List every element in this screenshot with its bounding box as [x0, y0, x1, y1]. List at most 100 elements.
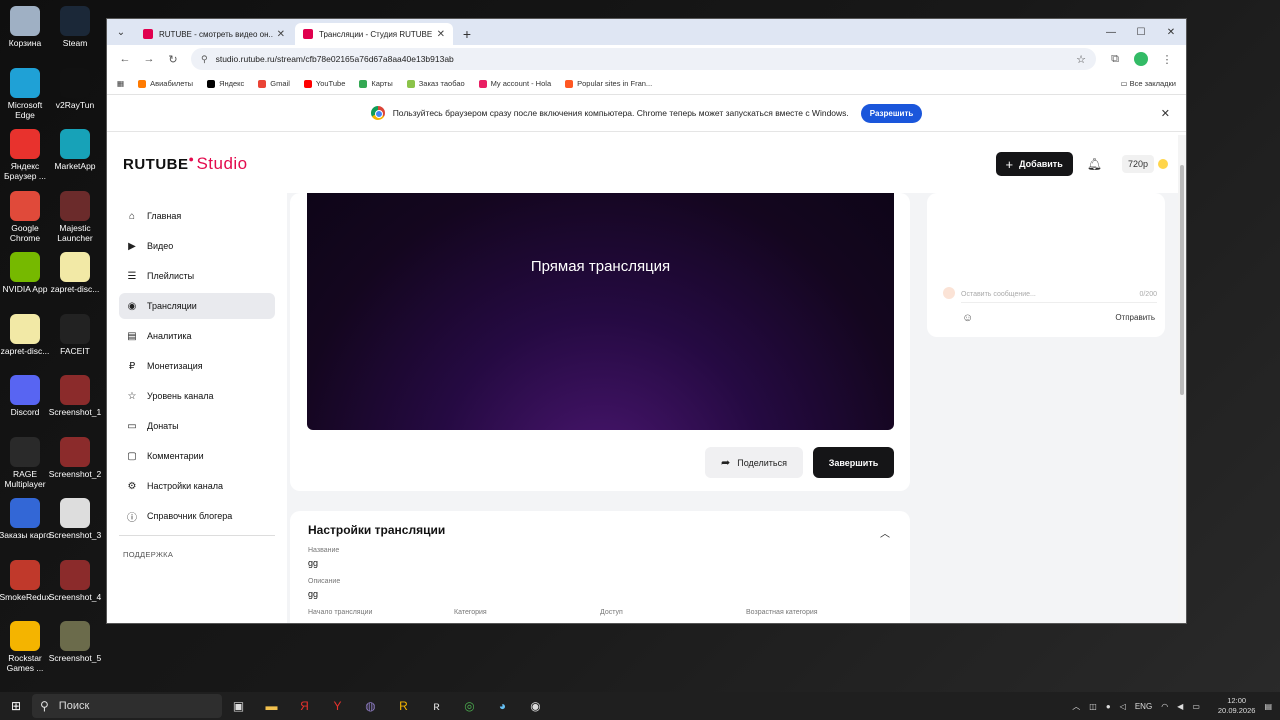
- sidebar-item[interactable]: ⚙ Настройки канала: [119, 473, 275, 499]
- site-info-icon[interactable]: ⚲: [201, 54, 208, 65]
- minimize-icon[interactable]: —: [1096, 19, 1126, 45]
- desktop-icon[interactable]: Google Chrome: [0, 190, 52, 243]
- speaker-icon[interactable]: ◀: [1177, 702, 1183, 711]
- new-tab-button[interactable]: +: [455, 23, 479, 45]
- scrollbar-thumb[interactable]: [1180, 165, 1184, 395]
- share-button[interactable]: ➦ Поделиться: [705, 447, 803, 478]
- profile-avatar[interactable]: [1134, 52, 1148, 66]
- bookmark-item[interactable]: YouTube: [303, 79, 345, 88]
- sidebar-item[interactable]: ▭ Донаты: [119, 413, 275, 439]
- user-avatar[interactable]: [1158, 159, 1168, 169]
- task-view-icon[interactable]: ▣: [222, 692, 255, 720]
- desktop-icon[interactable]: Screenshot_5: [48, 621, 102, 663]
- desktop-icon[interactable]: Microsoft Edge: [0, 67, 52, 120]
- maximize-icon[interactable]: ☐: [1126, 19, 1156, 45]
- send-button[interactable]: Отправить: [1115, 313, 1155, 322]
- chrome-taskbar-icon[interactable]: ◎: [453, 692, 486, 720]
- extensions-icon[interactable]: ⧉: [1102, 53, 1128, 66]
- obs-taskbar-icon[interactable]: ◉: [519, 692, 552, 720]
- lang-indicator[interactable]: ENG: [1135, 702, 1152, 711]
- desktop-icon[interactable]: FACEIT: [48, 313, 102, 356]
- close-window-icon[interactable]: ✕: [1156, 19, 1186, 45]
- tab-close-icon[interactable]: ✕: [277, 29, 285, 40]
- desktop-icon[interactable]: zapret-disc...: [0, 313, 52, 356]
- name-value[interactable]: gg: [308, 558, 892, 568]
- bookmark-star-icon[interactable]: ☆: [1076, 53, 1086, 66]
- allow-button[interactable]: Разрешить: [860, 103, 923, 123]
- description-value[interactable]: gg: [308, 589, 892, 599]
- taskbar-search[interactable]: ⚲ Поиск: [32, 694, 222, 718]
- bookmark-item[interactable]: Авиабилеты: [138, 79, 193, 88]
- desktop-icon[interactable]: MarketApp: [48, 129, 102, 171]
- steam-taskbar-icon[interactable]: ◕: [486, 692, 519, 720]
- desktop-icon[interactable]: RAGE Multiplayer: [0, 436, 52, 489]
- network-icon[interactable]: ◫: [1089, 702, 1097, 711]
- sidebar-item[interactable]: ☆ Уровень канала: [119, 383, 275, 409]
- start-icon[interactable]: ⊞: [0, 699, 32, 713]
- bookmark-item[interactable]: Яндекс: [207, 79, 244, 88]
- sidebar-item[interactable]: ☰ Плейлисты: [119, 263, 275, 289]
- bookmark-item[interactable]: Карты: [359, 79, 393, 88]
- end-stream-button[interactable]: Завершить: [813, 447, 894, 478]
- bookmark-item[interactable]: Заказ таобао: [406, 79, 465, 88]
- resolution-badge[interactable]: 720p: [1121, 155, 1154, 173]
- url-field[interactable]: ⚲ studio.rutube.ru/stream/cfb78e02165a76…: [191, 48, 1096, 70]
- rutube-studio-logo[interactable]: RUTUBE ● Studio: [123, 154, 248, 174]
- battery-icon[interactable]: ▭: [1192, 702, 1200, 711]
- bookmark-item[interactable]: My account - Hola: [478, 79, 551, 88]
- chat-message-input[interactable]: Оставить сообщение... 0/200: [961, 287, 1157, 303]
- rockstar-taskbar-icon[interactable]: R: [387, 692, 420, 720]
- tab-studio[interactable]: Трансляции - Студия RUTUBE ✕: [295, 23, 453, 45]
- clock[interactable]: 12:00 20.09.2026: [1209, 696, 1256, 716]
- desktop-icon[interactable]: SmokeRedux: [0, 559, 52, 602]
- notifications-bell-icon[interactable]: 🔔︎: [1087, 157, 1102, 171]
- desktop-icon[interactable]: Заказы карго: [0, 498, 52, 540]
- yandex-browser-taskbar-icon[interactable]: Y: [321, 692, 354, 720]
- sidebar-item[interactable]: ◉ Трансляции: [119, 293, 275, 319]
- reload-icon[interactable]: ↻: [161, 53, 185, 66]
- sidebar-item[interactable]: ⓘ Справочник блогера: [119, 503, 275, 529]
- desktop-icon[interactable]: zapret-disc...: [48, 252, 102, 294]
- bookmark-item[interactable]: Gmail: [258, 79, 290, 88]
- stream-player[interactable]: Прямая трансляция: [307, 193, 894, 430]
- sidebar-item[interactable]: ▤ Аналитика: [119, 323, 275, 349]
- sidebar-item[interactable]: ₽ Монетизация: [119, 353, 275, 379]
- desktop-icon[interactable]: Screenshot_1: [48, 375, 102, 417]
- add-button[interactable]: + Добавить: [995, 152, 1073, 176]
- file-explorer-icon[interactable]: ▬: [255, 692, 288, 720]
- tab-search-icon[interactable]: ⌄: [107, 19, 135, 45]
- notifications-icon[interactable]: ▤: [1264, 702, 1272, 711]
- volume-icon[interactable]: ◁: [1120, 702, 1126, 711]
- microphone-icon[interactable]: ●: [1106, 702, 1111, 711]
- app-taskbar-icon[interactable]: ◍: [354, 692, 387, 720]
- yandex-taskbar-icon[interactable]: Я: [288, 692, 321, 720]
- sidebar-item[interactable]: ⌂ Главная: [119, 203, 275, 229]
- forward-icon[interactable]: →: [137, 53, 161, 65]
- tab-rutube[interactable]: RUTUBE - смотреть видео он... ✕: [135, 23, 293, 45]
- emoji-icon[interactable]: ☺: [962, 312, 973, 324]
- infobar-close-icon[interactable]: ✕: [1161, 107, 1170, 120]
- desktop-icon[interactable]: Rockstar Games ...: [0, 621, 52, 673]
- tab-close-icon[interactable]: ✕: [437, 29, 445, 40]
- apps-icon[interactable]: ▦: [117, 79, 124, 88]
- back-icon[interactable]: ←: [113, 53, 137, 65]
- page-scrollbar[interactable]: [1178, 135, 1186, 623]
- desktop-icon[interactable]: Screenshot_3: [48, 498, 102, 540]
- sidebar-item[interactable]: ▶ Видео: [119, 233, 275, 259]
- desktop-icon[interactable]: Screenshot_2: [48, 436, 102, 479]
- desktop-icon[interactable]: Majestic Launcher: [48, 190, 102, 243]
- rage-taskbar-icon[interactable]: ʀ: [420, 692, 453, 720]
- sidebar-item[interactable]: ▢ Комментарии: [119, 443, 275, 469]
- tray-overflow-icon[interactable]: ︿: [1072, 701, 1080, 712]
- bookmark-item[interactable]: Popular sites in Fran...: [565, 79, 652, 88]
- desktop-icon[interactable]: Steam: [48, 6, 102, 48]
- desktop-icon[interactable]: Яндекс Браузер ...: [0, 129, 52, 181]
- menu-icon[interactable]: ⋮: [1154, 53, 1180, 66]
- desktop-icon[interactable]: NVIDIA App: [0, 252, 52, 294]
- desktop-icon[interactable]: Discord: [0, 375, 52, 417]
- wifi-icon[interactable]: ◠: [1161, 702, 1168, 711]
- all-bookmarks-button[interactable]: ▭ Все закладки: [1120, 79, 1176, 88]
- desktop-icon[interactable]: v2RayTun: [48, 67, 102, 110]
- desktop-icon[interactable]: Корзина: [0, 6, 52, 48]
- collapse-chevron-icon[interactable]: ︿: [880, 525, 890, 540]
